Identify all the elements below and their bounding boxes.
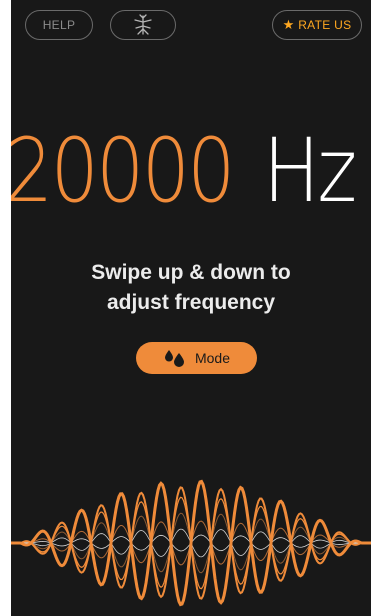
frequency-display[interactable]: 20000 Hz — [11, 116, 357, 226]
mosquito-button[interactable] — [110, 10, 176, 40]
mode-label: Mode — [194, 350, 231, 366]
star-icon: ★ — [282, 17, 295, 32]
rate-us-label: RATE US — [298, 18, 352, 32]
help-button[interactable]: HELP — [25, 10, 93, 40]
waveform-graphic — [11, 479, 371, 607]
instruction-line-2: adjust frequency — [106, 291, 276, 314]
drops-icon — [164, 350, 184, 367]
frequency-value: 20000 — [11, 119, 235, 222]
waveform-secondary — [11, 486, 371, 600]
mosquito-icon — [134, 14, 152, 35]
mode-button[interactable]: Mode — [136, 342, 257, 374]
app-screen[interactable]: HELP ★ RATE US 20000 Hz Swipe up & down … — [11, 0, 371, 616]
instruction-line-1: Swipe up & down to — [91, 261, 291, 284]
help-label: HELP — [42, 18, 76, 32]
instruction-text: Swipe up & down to adjust frequency — [11, 258, 371, 318]
rate-us-button[interactable]: ★ RATE US — [272, 10, 362, 40]
frequency-unit: Hz — [263, 119, 357, 222]
